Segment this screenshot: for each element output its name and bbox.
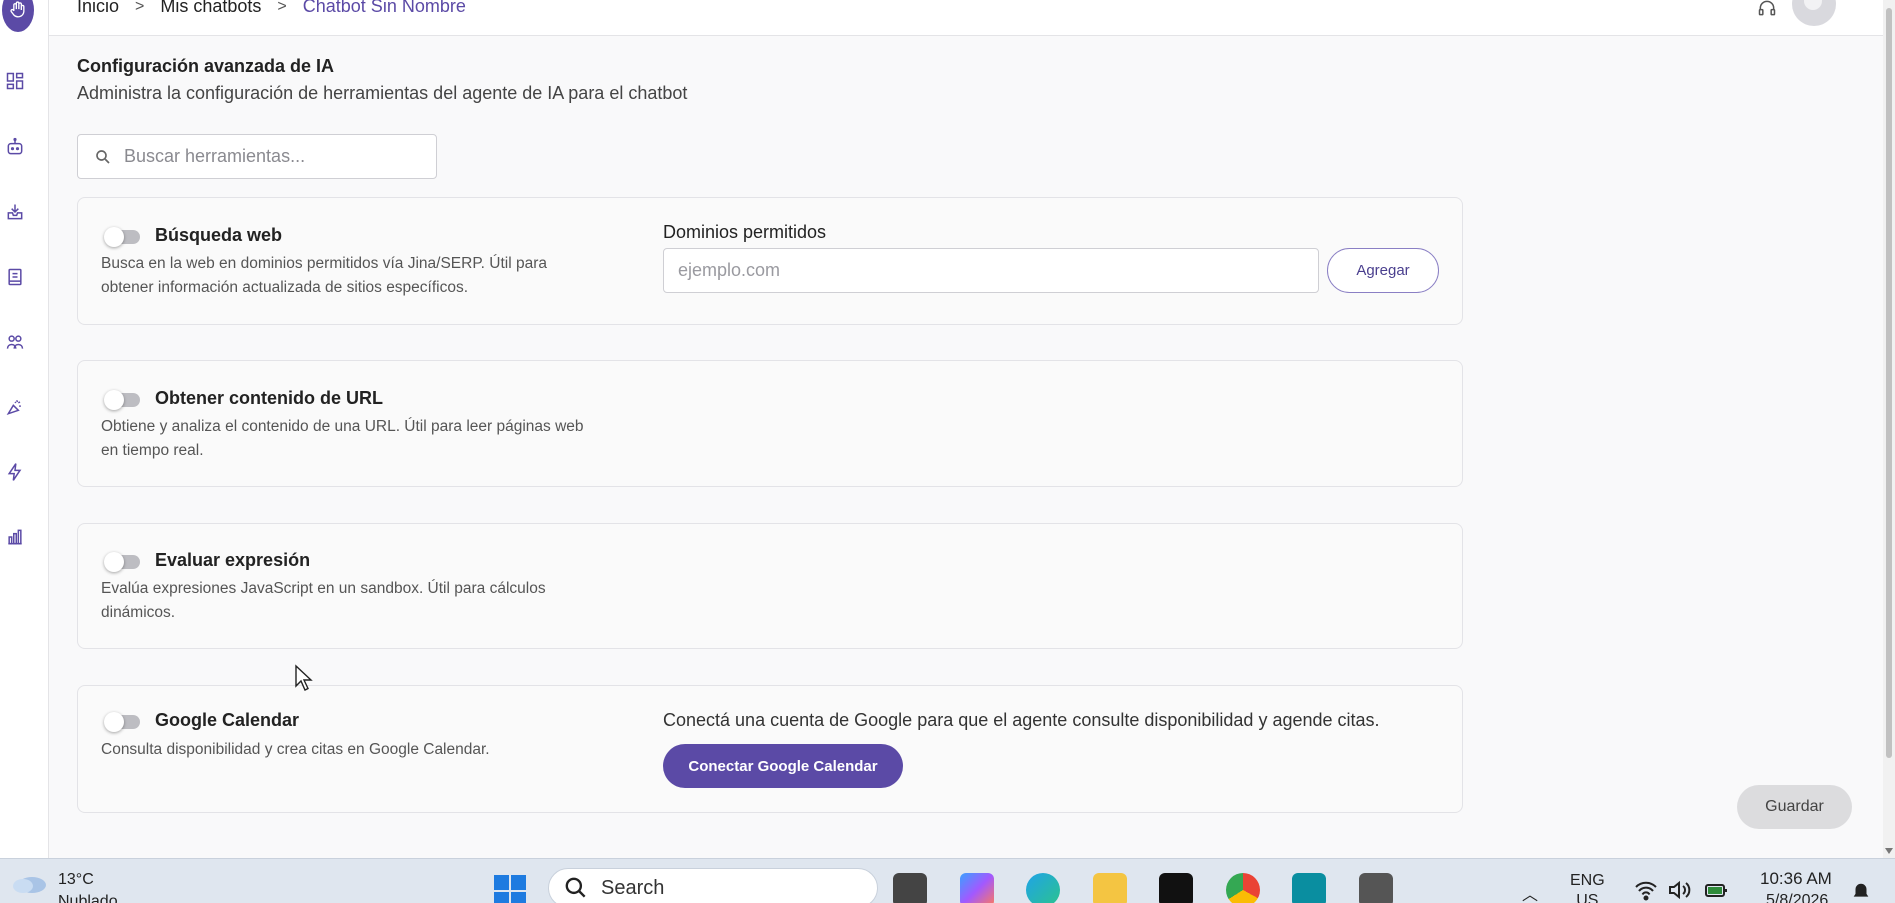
- clock-time[interactable]: 10:36 AM: [1760, 869, 1832, 889]
- tool-card-eval-expression: Evaluar expresión Evalúa expresiones Jav…: [77, 523, 1463, 649]
- avatar[interactable]: [1792, 0, 1836, 26]
- tool-description-line: obtener información actualizada de sitio…: [101, 279, 469, 296]
- breadcrumb-home[interactable]: Inicio: [77, 0, 119, 17]
- scrollbar-thumb[interactable]: [1886, 8, 1892, 758]
- region-code: US: [1576, 892, 1599, 903]
- search-icon: [96, 149, 110, 164]
- tool-title: Obtener contenido de URL: [155, 388, 384, 408]
- clock-date[interactable]: 5/8/2026: [1766, 892, 1828, 903]
- domain-input[interactable]: [663, 248, 1319, 293]
- breadcrumb-separator: >: [277, 0, 287, 15]
- battery-icon[interactable]: [1704, 879, 1728, 901]
- bot-icon[interactable]: [4, 136, 26, 158]
- connect-google-calendar-button[interactable]: Conectar Google Calendar: [663, 744, 903, 788]
- tool-description: Evalúa expresiones JavaScript en un sand…: [101, 577, 631, 625]
- taskbar-search[interactable]: Search: [548, 868, 878, 903]
- tool-description-line: en tiempo real.: [101, 442, 204, 459]
- bolt-icon[interactable]: [4, 461, 26, 483]
- sidebar: [0, 0, 49, 858]
- tool-description-line: Consulta disponibilidad y crea citas en …: [101, 741, 490, 758]
- chevron-up-icon[interactable]: ︿: [1522, 881, 1538, 903]
- tool-description: Consulta disponibilidad y crea citas en …: [101, 738, 631, 762]
- users-icon[interactable]: [4, 331, 26, 353]
- page-subtitle: Administra la configuración de herramien…: [77, 83, 688, 103]
- tool-title: Búsqueda web: [155, 225, 283, 245]
- search-icon: [565, 877, 586, 898]
- notification-bell-icon[interactable]: [1850, 881, 1872, 903]
- chrome-icon[interactable]: [1226, 873, 1260, 903]
- add-domain-button[interactable]: Agregar: [1327, 248, 1439, 293]
- taskbar: 13°C Nublado Search ︿ ENG US 10:36 AM 5/…: [0, 858, 1895, 903]
- tool-description-line: Evalúa expresiones JavaScript en un sand…: [101, 580, 546, 597]
- language-code: ENG: [1570, 872, 1605, 889]
- brand-logo[interactable]: [2, 0, 34, 32]
- fetch-url-toggle[interactable]: [104, 390, 140, 410]
- volume-icon[interactable]: [1667, 879, 1691, 901]
- tool-description-line: dinámicos.: [101, 604, 176, 621]
- breadcrumb-separator: >: [135, 0, 145, 15]
- edge-icon[interactable]: [1026, 873, 1060, 903]
- top-bar: Inicio > Mis chatbots > Chatbot Sin Nomb…: [49, 0, 1883, 36]
- mouse-cursor-icon: [295, 664, 313, 691]
- language-indicator[interactable]: ENG US: [1570, 871, 1605, 903]
- save-button[interactable]: Guardar: [1737, 785, 1852, 829]
- tool-title: Evaluar expresión: [155, 550, 311, 570]
- file-explorer-icon[interactable]: [1093, 873, 1127, 903]
- hand-icon: [10, 1, 25, 18]
- eset-icon[interactable]: [1292, 873, 1326, 903]
- book-icon[interactable]: [4, 266, 26, 288]
- dashboard-icon[interactable]: [4, 70, 26, 92]
- cloud-icon[interactable]: [10, 871, 48, 895]
- breadcrumb-chatbots[interactable]: Mis chatbots: [160, 0, 261, 17]
- scrollbar[interactable]: [1883, 0, 1895, 858]
- tool-description-line: Obtiene y analiza el contenido de una UR…: [101, 418, 584, 435]
- breadcrumb-current: Chatbot Sin Nombre: [302, 0, 466, 16]
- weather-temperature[interactable]: 13°C: [58, 871, 94, 889]
- tool-description: Busca en la web en dominios permitidos v…: [101, 252, 631, 300]
- analytics-icon[interactable]: [4, 526, 26, 548]
- search-input[interactable]: [124, 146, 384, 167]
- headset-icon[interactable]: [1757, 0, 1777, 18]
- eval-expression-toggle[interactable]: [104, 552, 140, 572]
- tool-card-google-calendar: Google Calendar Consulta disponibilidad …: [77, 685, 1463, 813]
- tool-description: Obtiene y analiza el contenido de una UR…: [101, 415, 631, 463]
- weather-description[interactable]: Nublado: [58, 893, 118, 903]
- google-calendar-info: Conectá una cuenta de Google para que el…: [663, 710, 1380, 730]
- page-title: Configuración avanzada de IA: [77, 56, 335, 76]
- scroll-down-arrow-icon[interactable]: [1885, 848, 1893, 854]
- inbox-icon[interactable]: [4, 201, 26, 223]
- tool-title: Google Calendar: [155, 710, 300, 730]
- tool-search: [77, 134, 437, 179]
- wifi-icon[interactable]: [1634, 879, 1658, 901]
- capcut-icon[interactable]: [1159, 873, 1193, 903]
- terminal-icon[interactable]: [1359, 873, 1393, 903]
- allowed-domains-label: Dominios permitidos: [663, 222, 827, 242]
- google-calendar-toggle[interactable]: [104, 712, 140, 732]
- web-search-toggle[interactable]: [104, 227, 140, 247]
- campaign-icon[interactable]: [4, 396, 26, 418]
- taskbar-search-label: Search: [601, 876, 665, 899]
- copilot-icon[interactable]: [960, 873, 994, 903]
- windows-start-icon[interactable]: [494, 875, 526, 903]
- breadcrumb: Inicio > Mis chatbots > Chatbot Sin Nomb…: [77, 0, 466, 17]
- tool-description-line: Busca en la web en dominios permitidos v…: [101, 255, 547, 272]
- task-view-icon[interactable]: [893, 873, 927, 903]
- tool-card-fetch-url: Obtener contenido de URL Obtiene y anali…: [77, 360, 1463, 487]
- tool-card-web-search: Búsqueda web Busca en la web en dominios…: [77, 197, 1463, 325]
